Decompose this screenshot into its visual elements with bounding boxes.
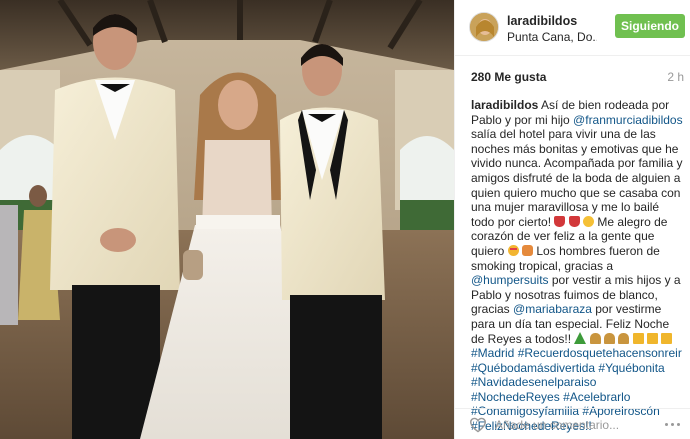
- dancer-emoji-icon: [568, 215, 580, 227]
- caption-username-link[interactable]: laradibildos: [471, 98, 538, 112]
- heart-outline-icon[interactable]: [469, 417, 487, 433]
- comment-input[interactable]: [495, 415, 647, 435]
- caption-text: salía del hotel para vivir una de las no…: [471, 127, 683, 229]
- christmas-tree-emoji-icon: [574, 331, 587, 344]
- hashtag-link[interactable]: #Yquébonita: [598, 361, 664, 375]
- mention-link[interactable]: @mariabaraza: [513, 302, 592, 316]
- post-caption: laradibildos Así de bien rodeada por Pab…: [471, 98, 685, 434]
- hashtag-link[interactable]: #Québodamásdivertida: [471, 361, 595, 375]
- comment-bar: [455, 408, 690, 439]
- hashtag-link[interactable]: #Navidadesenelparaiso: [471, 375, 596, 389]
- following-button[interactable]: Siguiendo: [615, 14, 685, 38]
- location-link[interactable]: Punta Cana, Do...: [507, 30, 597, 44]
- crown-emoji-icon: [632, 332, 644, 344]
- more-options-icon[interactable]: [665, 423, 681, 427]
- camel-emoji-icon: [589, 332, 601, 344]
- hashtag-link[interactable]: #NochedeReyes: [471, 390, 560, 404]
- mention-link[interactable]: @humpersuits: [471, 273, 549, 287]
- post-side-panel: laradibildos Punta Cana, Do... Siguiendo…: [454, 0, 690, 439]
- smile-emoji-icon: [583, 215, 595, 227]
- likes-count[interactable]: 280 Me gusta: [471, 70, 546, 84]
- username-link[interactable]: laradibildos: [507, 14, 577, 28]
- crown-emoji-icon: [661, 332, 673, 344]
- post-timestamp[interactable]: 2 h: [667, 70, 684, 84]
- hashtag-link[interactable]: #Recuerdosquetehacensonreir: [518, 346, 682, 360]
- post-photo-image: [0, 0, 454, 439]
- crown-emoji-icon: [647, 332, 659, 344]
- camel-emoji-icon: [604, 332, 616, 344]
- hashtag-link[interactable]: #Madrid: [471, 346, 514, 360]
- hashtag-link[interactable]: #Acelebrarlo: [563, 390, 630, 404]
- couple-emoji-icon: [522, 244, 534, 256]
- post-header: laradibildos Punta Cana, Do... Siguiendo: [455, 0, 690, 56]
- mention-link[interactable]: @franmurciadibildos: [573, 113, 683, 127]
- dancer-emoji-icon: [554, 215, 566, 227]
- avatar[interactable]: [469, 12, 499, 42]
- camel-emoji-icon: [618, 332, 630, 344]
- post-photo[interactable]: [0, 0, 454, 439]
- avatar-image: [470, 13, 498, 41]
- heart-eyes-emoji-icon: [507, 244, 519, 256]
